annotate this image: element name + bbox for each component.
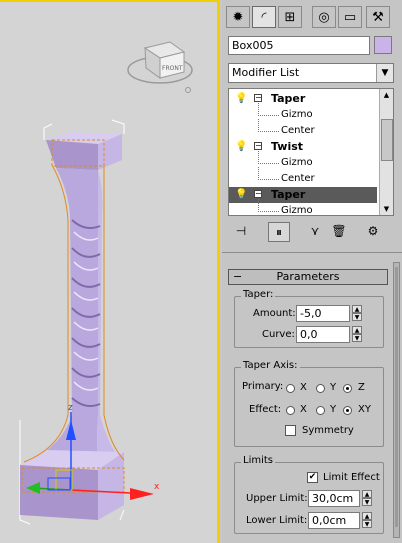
- modify-tab-icon[interactable]: ◜: [252, 6, 276, 28]
- upper-limit-spinner[interactable]: ▲ ▼: [362, 490, 372, 507]
- modifier-stack[interactable]: 💡 − Taper Gizmo Center 💡 − Twist Gizmo C…: [228, 88, 394, 216]
- parameters-rollout-header[interactable]: − Parameters: [228, 269, 388, 285]
- utilities-tab-icon[interactable]: ⚒: [366, 6, 390, 28]
- display-tab-icon[interactable]: ▭: [338, 6, 362, 28]
- modifier-list-label: Modifier List: [232, 66, 300, 79]
- lightbulb-icon[interactable]: 💡: [235, 91, 247, 107]
- lightbulb-icon[interactable]: 💡: [235, 187, 247, 203]
- stack-item-gizmo-3[interactable]: Gizmo: [229, 199, 377, 215]
- viewcube[interactable]: FRONT: [127, 41, 193, 93]
- collapse-icon[interactable]: −: [254, 142, 262, 150]
- effect-label: Effect:: [249, 404, 282, 415]
- lower-limit-label: Lower Limit:: [246, 515, 308, 526]
- object-color-swatch[interactable]: [374, 36, 392, 54]
- chevron-down-icon[interactable]: ▼: [376, 64, 393, 82]
- configure-modifier-sets-icon[interactable]: ⚙: [362, 222, 384, 242]
- divider: [222, 252, 402, 253]
- motion-tab-icon[interactable]: ◎: [312, 6, 336, 28]
- amount-label: Amount:: [253, 308, 296, 319]
- primary-y-radio[interactable]: [316, 384, 325, 393]
- symmetry-checkbox[interactable]: [285, 425, 296, 436]
- create-tab-icon[interactable]: ✹: [226, 6, 250, 28]
- stack-item-taper-1[interactable]: 💡 − Taper: [229, 91, 377, 107]
- command-panel: ✹ ◜ ⊞ ◎ ▭ ⚒ Box005 Modifier List ▼ 💡 − T…: [222, 0, 402, 543]
- command-panel-tabs: ✹ ◜ ⊞ ◎ ▭ ⚒: [222, 4, 402, 32]
- make-unique-icon[interactable]: ⋎: [304, 222, 326, 242]
- effect-x-radio[interactable]: [286, 406, 295, 415]
- pin-stack-icon[interactable]: ⊣: [230, 222, 252, 242]
- stack-item-twist[interactable]: 💡 − Twist: [229, 139, 377, 155]
- scroll-thumb[interactable]: [381, 119, 393, 161]
- primary-x-radio[interactable]: [286, 384, 295, 393]
- scroll-up-icon[interactable]: ▲: [380, 89, 393, 101]
- stack-item-gizmo-1[interactable]: Gizmo: [229, 103, 377, 123]
- symmetry-label: Symmetry: [302, 425, 354, 436]
- lower-limit-input[interactable]: 0,0cm: [308, 512, 360, 529]
- object-name-field[interactable]: Box005: [228, 36, 370, 55]
- stack-item-gizmo-2[interactable]: Gizmo: [229, 151, 377, 171]
- rollout-scrollbar[interactable]: [393, 262, 400, 538]
- twisted-column-object[interactable]: [20, 132, 125, 520]
- svg-text:x: x: [154, 482, 160, 492]
- hierarchy-tab-icon[interactable]: ⊞: [278, 6, 302, 28]
- curve-input[interactable]: 0,0: [296, 326, 350, 343]
- curve-label: Curve:: [262, 329, 295, 340]
- amount-input[interactable]: -5,0: [296, 305, 350, 322]
- stack-item-taper-2-selected[interactable]: 💡 − Taper: [229, 187, 377, 203]
- upper-limit-label: Upper Limit:: [246, 493, 308, 504]
- collapse-icon[interactable]: −: [254, 94, 262, 102]
- stack-item-center-1[interactable]: Center: [229, 119, 377, 139]
- stack-scrollbar[interactable]: ▲ ▼: [379, 89, 393, 215]
- stack-item-center-2[interactable]: Center: [229, 167, 377, 187]
- effect-y-radio[interactable]: [316, 406, 325, 415]
- upper-limit-input[interactable]: 30,0cm: [308, 490, 360, 507]
- collapse-rollout-icon: −: [233, 270, 243, 283]
- viewcube-label: FRONT: [162, 65, 183, 72]
- collapse-icon[interactable]: −: [254, 190, 262, 198]
- limit-effect-label: Limit Effect: [323, 472, 380, 483]
- modifier-list-dropdown[interactable]: Modifier List ▼: [228, 63, 394, 83]
- remove-modifier-icon[interactable]: 🗑: [328, 222, 350, 242]
- lower-limit-spinner[interactable]: ▲ ▼: [362, 512, 372, 529]
- effect-xy-radio[interactable]: [343, 406, 352, 415]
- show-end-result-icon[interactable]: ⏸: [268, 222, 290, 242]
- primary-z-radio[interactable]: [343, 384, 352, 393]
- amount-spinner[interactable]: ▲ ▼: [352, 305, 362, 322]
- limit-effect-checkbox[interactable]: ✔: [307, 472, 318, 483]
- svg-text:z: z: [68, 403, 73, 413]
- curve-spinner[interactable]: ▲ ▼: [352, 326, 362, 343]
- scroll-down-icon[interactable]: ▼: [380, 203, 393, 215]
- lightbulb-icon[interactable]: 💡: [235, 139, 247, 155]
- primary-label: Primary:: [242, 381, 284, 392]
- perspective-viewport[interactable]: FRONT z x: [0, 0, 220, 543]
